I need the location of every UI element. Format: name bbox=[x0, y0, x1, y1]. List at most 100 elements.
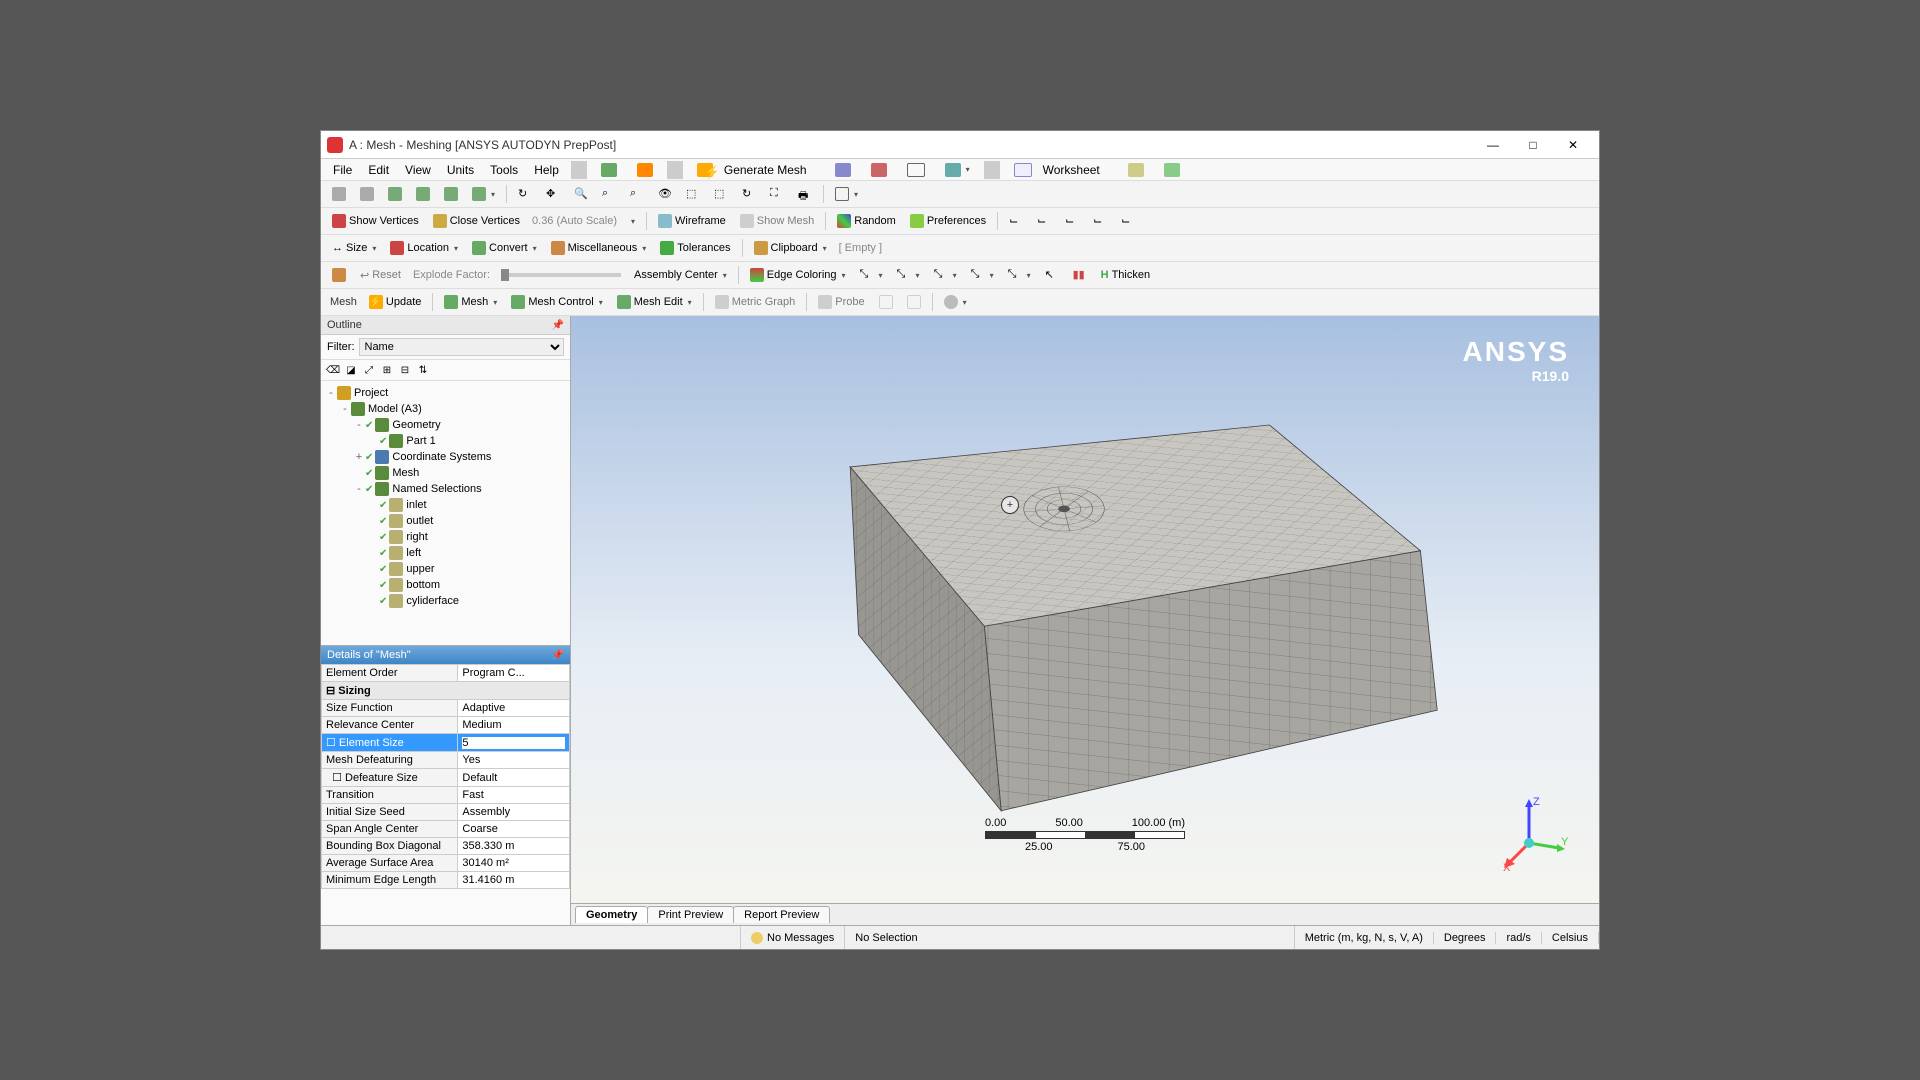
tree-node[interactable]: ✔ outlet bbox=[325, 513, 566, 529]
probe-button[interactable]: Probe bbox=[812, 292, 870, 312]
select-edge-icon[interactable] bbox=[354, 184, 380, 204]
axis-icon[interactable]: ⌙ bbox=[1031, 211, 1057, 231]
worksheet-button[interactable]: Worksheet bbox=[1005, 158, 1117, 182]
close-button[interactable]: ✕ bbox=[1553, 133, 1593, 157]
look-at-icon[interactable]: 👁 bbox=[652, 184, 678, 204]
filter-select[interactable]: Name bbox=[359, 338, 565, 356]
property-row[interactable]: Average Surface Area30140 m² bbox=[322, 855, 570, 872]
filter-icon[interactable]: ◪ bbox=[343, 362, 359, 378]
metric-graph-button[interactable]: Metric Graph bbox=[709, 292, 802, 312]
select-face-icon[interactable] bbox=[382, 184, 408, 204]
toolbar-icon[interactable] bbox=[826, 160, 860, 180]
tree-node[interactable]: + ✔ Coordinate Systems bbox=[325, 449, 566, 465]
toolbar-icon[interactable] bbox=[628, 160, 662, 180]
display-dropdown[interactable] bbox=[938, 292, 973, 312]
reset-button[interactable]: ↩ Reset bbox=[354, 266, 407, 285]
tab-print-preview[interactable]: Print Preview bbox=[647, 906, 734, 923]
status-units[interactable]: Metric (m, kg, N, s, V, A) bbox=[1295, 932, 1434, 944]
menu-edit[interactable]: Edit bbox=[360, 161, 397, 179]
zoom-box-icon[interactable]: ⌕ bbox=[624, 184, 650, 204]
tree-node[interactable]: ✔ cyliderface bbox=[325, 593, 566, 609]
size-dropdown[interactable]: ↔ Size bbox=[326, 239, 382, 257]
toolbar-icon[interactable] bbox=[898, 160, 934, 180]
outline-tree[interactable]: - Project - Model (A3) - ✔ Geometry ✔ Pa… bbox=[321, 381, 570, 645]
mesh-dropdown[interactable]: Mesh bbox=[438, 292, 503, 312]
property-row[interactable]: Size FunctionAdaptive bbox=[322, 700, 570, 717]
show-vertices-button[interactable]: Show Vertices bbox=[326, 211, 425, 231]
close-vertices-button[interactable]: Close Vertices bbox=[427, 211, 526, 231]
toolbar-icon[interactable] bbox=[862, 160, 896, 180]
menu-help[interactable]: Help bbox=[526, 161, 567, 179]
print-icon[interactable]: 🖶 bbox=[792, 184, 818, 204]
view-icon[interactable]: ⬚ bbox=[680, 184, 706, 204]
view-icon[interactable]: ⛶ bbox=[764, 184, 790, 204]
assembly-center-dropdown[interactable]: Assembly Center bbox=[628, 266, 733, 284]
axis-icon[interactable]: ⌙ bbox=[1059, 211, 1085, 231]
location-dropdown[interactable]: Location bbox=[384, 238, 464, 258]
toolbar-dropdown[interactable] bbox=[936, 160, 979, 180]
toggle-icon[interactable]: ▮▮ bbox=[1067, 265, 1093, 285]
wireframe-button[interactable]: Wireframe bbox=[652, 211, 732, 231]
tree-node[interactable]: - ✔ Named Selections bbox=[325, 481, 566, 497]
scale-dropdown[interactable] bbox=[623, 214, 641, 229]
property-row[interactable]: Relevance CenterMedium bbox=[322, 717, 570, 734]
clipboard-dropdown[interactable]: Clipboard bbox=[748, 238, 833, 258]
update-button[interactable]: ⚡Update bbox=[363, 292, 427, 312]
minimize-button[interactable]: — bbox=[1473, 133, 1513, 157]
property-row[interactable]: ☐ Element Size bbox=[322, 734, 570, 752]
toolbar-icon[interactable] bbox=[1155, 160, 1189, 180]
pan-icon[interactable]: ✥ bbox=[540, 184, 566, 204]
tolerances-button[interactable]: Tolerances bbox=[654, 238, 736, 258]
tree-node[interactable]: ✔ inlet bbox=[325, 497, 566, 513]
toolbar-icon[interactable] bbox=[592, 160, 626, 180]
tree-node[interactable]: ✔ left bbox=[325, 545, 566, 561]
show-mesh-button[interactable]: Show Mesh bbox=[734, 211, 820, 231]
thicken-button[interactable]: H Thicken bbox=[1095, 266, 1156, 284]
convert-dropdown[interactable]: Convert bbox=[466, 238, 543, 258]
mesh-control-dropdown[interactable]: Mesh Control bbox=[505, 292, 608, 312]
details-table[interactable]: Element OrderProgram C...⊟ SizingSize Fu… bbox=[321, 664, 570, 925]
property-row[interactable]: ☐ Defeature SizeDefault bbox=[322, 769, 570, 787]
tree-node[interactable]: - ✔ Geometry bbox=[325, 417, 566, 433]
menu-units[interactable]: Units bbox=[439, 161, 482, 179]
orientation-triad[interactable]: Z Y X bbox=[1489, 793, 1569, 873]
property-row[interactable]: Minimum Edge Length31.4160 m bbox=[322, 872, 570, 889]
edge-opt-icon[interactable]: ⤡ bbox=[928, 265, 963, 285]
pointer-icon[interactable]: ↖ bbox=[1039, 265, 1065, 285]
tree-node[interactable]: ✔ Part 1 bbox=[325, 433, 566, 449]
tree-node[interactable]: - Model (A3) bbox=[325, 401, 566, 417]
view-icon[interactable]: ↻ bbox=[736, 184, 762, 204]
pin-icon[interactable]: 📌 bbox=[552, 320, 564, 331]
expand-icon[interactable]: ⤢ bbox=[361, 362, 377, 378]
property-row[interactable]: Bounding Box Diagonal358.330 m bbox=[322, 838, 570, 855]
property-row[interactable]: Mesh DefeaturingYes bbox=[322, 752, 570, 769]
select-node-icon[interactable] bbox=[438, 184, 464, 204]
status-messages[interactable]: No Messages bbox=[741, 926, 845, 949]
collapse-icon[interactable]: ⊞ bbox=[379, 362, 395, 378]
property-row[interactable]: TransitionFast bbox=[322, 787, 570, 804]
zoom-icon[interactable]: 🔍 bbox=[568, 184, 594, 204]
rotate-icon[interactable]: ↻ bbox=[512, 184, 538, 204]
view-icon[interactable]: ⬚ bbox=[708, 184, 734, 204]
random-colors-button[interactable]: Random bbox=[831, 211, 902, 231]
preferences-button[interactable]: Preferences bbox=[904, 211, 992, 231]
select-mode-dropdown[interactable] bbox=[466, 184, 501, 204]
property-row[interactable]: ⊟ Sizing bbox=[322, 682, 570, 700]
edge-opt-icon[interactable]: ⤡ bbox=[891, 265, 926, 285]
maximize-button[interactable]: □ bbox=[1513, 133, 1553, 157]
menu-tools[interactable]: Tools bbox=[482, 161, 526, 179]
axis-icon[interactable]: ⌙ bbox=[1087, 211, 1113, 231]
tree-node[interactable]: ✔ right bbox=[325, 529, 566, 545]
viewport-3d[interactable]: + ANSYS R19.0 0.0050.00100.00 (m) 25.007… bbox=[571, 316, 1599, 903]
edge-opt-icon[interactable]: ⤡ bbox=[1002, 265, 1037, 285]
explode-slider[interactable] bbox=[501, 273, 621, 277]
probe-opt-icon[interactable] bbox=[901, 292, 927, 312]
edge-coloring-dropdown[interactable]: Edge Coloring bbox=[744, 265, 852, 285]
status-angle[interactable]: Degrees bbox=[1434, 932, 1497, 944]
status-temp[interactable]: Celsius bbox=[1542, 932, 1599, 944]
collapse-icon[interactable]: ⊟ bbox=[397, 362, 413, 378]
filter-clear-icon[interactable]: ⌫ bbox=[325, 362, 341, 378]
edge-opt-icon[interactable]: ⤡ bbox=[965, 265, 1000, 285]
layout-dropdown[interactable] bbox=[829, 184, 864, 204]
pin-icon[interactable]: 📌 bbox=[552, 650, 564, 661]
